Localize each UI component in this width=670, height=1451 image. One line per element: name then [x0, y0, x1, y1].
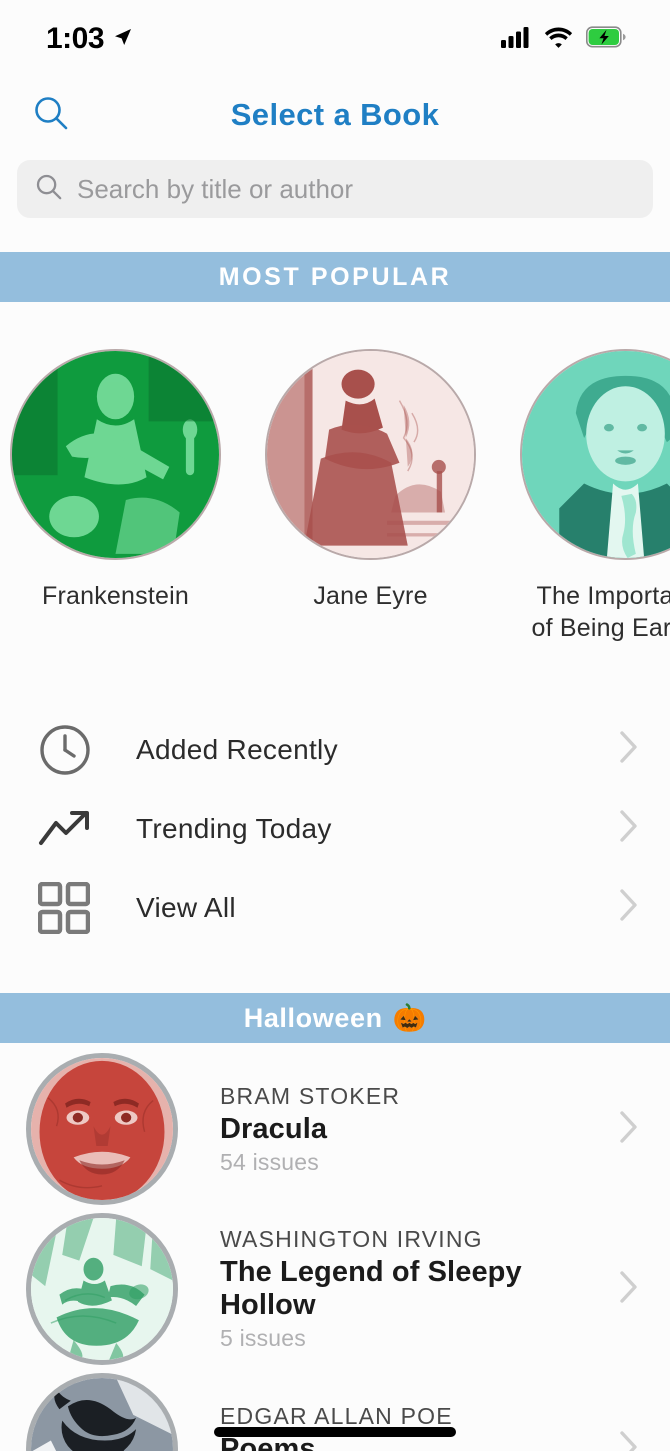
app-screen: 1:03 Select a Book Search by title or au… — [0, 0, 670, 1451]
status-time: 1:03 — [46, 22, 105, 55]
book-thumbnail-dracula — [26, 1053, 178, 1205]
page-title: Select a Book — [230, 97, 440, 132]
book-thumbnail-poems — [26, 1373, 178, 1451]
chevron-right-icon — [618, 1109, 640, 1150]
book-info: BRAM STOKER Dracula 54 issues — [220, 1083, 618, 1176]
chevron-right-icon — [618, 887, 640, 928]
book-issue-count: 54 issues — [220, 1148, 319, 1175]
menu-item-added-recently[interactable]: Added Recently — [0, 710, 670, 789]
book-author: WASHINGTON IRVING — [220, 1226, 483, 1252]
menu-item-trending-today[interactable]: Trending Today — [0, 789, 670, 868]
section-banner-halloween: Halloween 🎃 — [0, 993, 670, 1043]
clock-icon — [38, 723, 98, 777]
grid-icon — [38, 881, 98, 934]
menu-item-label: View All — [136, 891, 236, 923]
book-author: EDGAR ALLAN POE — [220, 1402, 453, 1429]
carousel-book-jane-eyre[interactable]: Jane Eyre — [265, 349, 476, 612]
book-info: WASHINGTON IRVING The Legend of Sleepy H… — [220, 1226, 618, 1352]
section-banner-label: MOST POPULAR — [218, 262, 452, 291]
book-issue-count: 5 issues — [220, 1325, 306, 1351]
book-cover-importance-of-being-earnest — [520, 349, 670, 560]
book-title: Frankenstein — [42, 582, 189, 610]
search-icon — [35, 173, 63, 206]
menu-item-label: Trending Today — [136, 812, 332, 844]
search-section — [0, 152, 670, 218]
home-indicator-bar[interactable] — [214, 1427, 456, 1437]
chevron-right-icon — [618, 808, 640, 849]
halloween-book-list: BRAM STOKER Dracula 54 issues WASHINGTON… — [0, 1043, 670, 1451]
cellular-signal-icon — [501, 26, 531, 53]
book-title: Jane Eyre — [313, 582, 428, 610]
pumpkin-icon: 🎃 — [392, 1002, 427, 1033]
location-arrow-icon — [113, 27, 133, 52]
trending-up-icon — [38, 807, 98, 851]
book-title: The Importance of Being Earnest — [531, 582, 670, 642]
chevron-right-icon — [618, 1269, 640, 1310]
book-list-item-dracula[interactable]: BRAM STOKER Dracula 54 issues — [0, 1049, 670, 1209]
book-title: Dracula — [220, 1112, 328, 1145]
wifi-icon — [544, 26, 573, 53]
chevron-right-icon — [618, 1429, 640, 1451]
book-cover-frankenstein — [10, 349, 221, 560]
nav-search-button[interactable] — [28, 92, 74, 138]
carousel-book-importance-of-being-earnest[interactable]: The Importance of Being Earnest — [520, 349, 670, 644]
search-input[interactable] — [77, 173, 635, 205]
book-list-item-sleepy-hollow[interactable]: WASHINGTON IRVING The Legend of Sleepy H… — [0, 1209, 670, 1369]
status-bar-right — [501, 25, 626, 53]
search-bar[interactable] — [17, 160, 653, 218]
section-banner-label: Halloween — [243, 1002, 383, 1033]
battery-charging-icon — [586, 25, 626, 53]
status-bar: 1:03 — [0, 0, 670, 78]
carousel-book-frankenstein[interactable]: Frankenstein — [10, 349, 221, 612]
section-banner-most-popular: MOST POPULAR — [0, 252, 670, 302]
navigation-bar: Select a Book — [0, 78, 670, 152]
book-title: The Legend of Sleepy Hollow — [220, 1256, 522, 1321]
status-bar-left: 1:03 — [46, 22, 133, 56]
chevron-right-icon — [618, 729, 640, 770]
menu-item-view-all[interactable]: View All — [0, 868, 670, 947]
book-author: BRAM STOKER — [220, 1082, 401, 1109]
book-cover-jane-eyre — [265, 349, 476, 560]
most-popular-carousel[interactable]: Frankenstein Jane Eyre The Importa of Be… — [0, 302, 670, 644]
menu-item-label: Added Recently — [136, 733, 338, 765]
book-list-item-poems[interactable]: EDGAR ALLAN POE Poems 18 issues — [0, 1369, 670, 1451]
quick-links-menu: Added Recently Trending Today View All — [0, 644, 670, 947]
search-icon — [32, 94, 70, 137]
book-thumbnail-sleepy-hollow — [26, 1213, 178, 1365]
